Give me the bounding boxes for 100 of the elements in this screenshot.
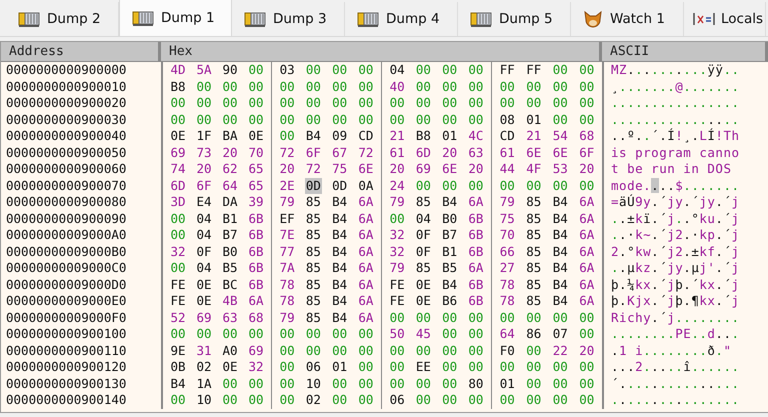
hex-byte[interactable]: 00	[357, 392, 374, 408]
hex-byte[interactable]: 00	[441, 78, 458, 95]
hex-byte[interactable]: 85	[414, 260, 432, 276]
hex-byte[interactable]: 78	[498, 293, 516, 310]
hex-byte[interactable]: 00	[467, 112, 484, 128]
hex-byte[interactable]: 00	[441, 326, 458, 342]
hex-byte[interactable]: 78	[278, 293, 296, 310]
hex-byte[interactable]: 6B	[247, 276, 265, 293]
hex-byte[interactable]: 04	[195, 210, 213, 227]
hex-byte[interactable]: 85	[304, 244, 322, 260]
hex-byte[interactable]: 75	[498, 210, 516, 227]
hex-byte[interactable]: 00	[578, 392, 596, 408]
hex-byte[interactable]: 00	[221, 78, 239, 95]
hex-byte[interactable]: 22	[552, 342, 569, 359]
hex-byte[interactable]: 69	[195, 310, 213, 326]
hex-byte[interactable]: 6D	[414, 144, 432, 161]
hex-byte[interactable]: 62	[221, 161, 239, 178]
hex-byte[interactable]: B8	[414, 128, 432, 144]
hex-byte[interactable]: 10	[304, 376, 322, 392]
hex-byte[interactable]: 85	[304, 260, 322, 276]
hex-byte[interactable]: 6B	[467, 227, 484, 244]
hex-byte[interactable]: B4	[331, 210, 348, 227]
hex-byte[interactable]: 00	[467, 178, 484, 194]
hex-byte[interactable]: 6A	[357, 227, 374, 244]
hex-byte[interactable]: B5	[441, 260, 458, 276]
hex-byte[interactable]: 00	[169, 112, 187, 128]
hex-byte[interactable]: B4	[552, 276, 569, 293]
hex-byte[interactable]: 00	[552, 392, 569, 408]
hex-byte[interactable]: 72	[278, 144, 296, 161]
hex-byte[interactable]: FE	[388, 276, 406, 293]
hex-byte[interactable]: 00	[331, 62, 348, 78]
hex-byte[interactable]: 0F	[195, 244, 213, 260]
hex-byte[interactable]: 00	[388, 95, 406, 112]
hex-byte[interactable]: 9E	[169, 342, 187, 359]
hex-byte[interactable]: 6E	[552, 144, 569, 161]
hex-byte[interactable]: 79	[498, 194, 516, 210]
hex-byte[interactable]: 24	[388, 178, 406, 194]
hex-byte[interactable]: 6B	[467, 210, 484, 227]
hex-byte[interactable]: 00	[578, 95, 596, 112]
hex-byte[interactable]: 02	[304, 392, 322, 408]
hex-byte[interactable]: B5	[221, 260, 239, 276]
hex-byte[interactable]: 00	[195, 112, 213, 128]
hex-byte[interactable]: 6E	[441, 161, 458, 178]
hex-byte[interactable]: 6E	[525, 144, 542, 161]
hex-byte[interactable]: 85	[304, 227, 322, 244]
hex-byte[interactable]: 00	[247, 326, 265, 342]
hex-byte[interactable]: B1	[441, 244, 458, 260]
hex-byte[interactable]: 00	[578, 62, 596, 78]
hex-byte[interactable]: 00	[357, 359, 374, 376]
hex-byte[interactable]: 6F	[195, 178, 213, 194]
hex-byte[interactable]: 00	[304, 62, 322, 78]
hex-byte[interactable]: 00	[331, 342, 348, 359]
hex-byte[interactable]: 03	[278, 62, 296, 78]
hex-byte[interactable]: 00	[278, 95, 296, 112]
hex-byte[interactable]: B4	[331, 244, 348, 260]
hex-byte[interactable]: 00	[414, 376, 432, 392]
hex-byte[interactable]: 85	[525, 194, 542, 210]
hex-byte[interactable]: 00	[467, 62, 484, 78]
hex-byte[interactable]: 00	[278, 392, 296, 408]
hex-byte[interactable]: 64	[498, 326, 516, 342]
hex-byte[interactable]: 00	[247, 112, 265, 128]
hex-byte[interactable]: 00	[221, 95, 239, 112]
hex-byte[interactable]: 00	[525, 359, 542, 376]
hex-byte[interactable]: 85	[414, 194, 432, 210]
hex-byte[interactable]: 85	[525, 227, 542, 244]
hex-byte[interactable]: 00	[552, 310, 569, 326]
hex-byte[interactable]: 00	[169, 95, 187, 112]
hex-byte[interactable]: B7	[221, 227, 239, 244]
hex-byte[interactable]: B4	[304, 128, 322, 144]
hex-byte[interactable]: 6B	[247, 210, 265, 227]
hex-byte[interactable]: 86	[525, 326, 542, 342]
hex-byte[interactable]: 0E	[414, 293, 432, 310]
hex-byte[interactable]: 6D	[169, 178, 187, 194]
hex-byte[interactable]: 6A	[357, 310, 374, 326]
hex-byte[interactable]: 32	[247, 359, 265, 376]
hex-byte[interactable]: 00	[578, 376, 596, 392]
hex-byte[interactable]: 00	[331, 78, 348, 95]
hex-byte[interactable]: 6A	[578, 194, 596, 210]
hex-byte[interactable]: 00	[357, 326, 374, 342]
hex-byte[interactable]: B4	[552, 194, 569, 210]
hex-byte[interactable]: 00	[304, 342, 322, 359]
hex-byte[interactable]: 78	[278, 276, 296, 293]
hex-byte[interactable]: 00	[278, 359, 296, 376]
hex-byte[interactable]: 00	[441, 359, 458, 376]
hex-byte[interactable]: B4	[331, 293, 348, 310]
hex-byte[interactable]: E4	[195, 194, 213, 210]
hex-byte[interactable]: 00	[552, 112, 569, 128]
hex-byte[interactable]: 6A	[247, 293, 265, 310]
hex-byte[interactable]: 85	[304, 293, 322, 310]
hex-byte[interactable]: 6E	[357, 161, 374, 178]
hex-byte[interactable]: 00	[578, 326, 596, 342]
hex-byte[interactable]: 6A	[357, 210, 374, 227]
hex-byte[interactable]: 00	[414, 78, 432, 95]
hex-byte[interactable]: 00	[498, 310, 516, 326]
hex-byte[interactable]: 00	[578, 310, 596, 326]
hex-byte[interactable]: 04	[388, 62, 406, 78]
hex-byte[interactable]: B4	[331, 276, 348, 293]
hex-byte[interactable]: 00	[169, 210, 187, 227]
hex-byte[interactable]: 06	[304, 359, 322, 376]
hex-byte[interactable]: 21	[388, 128, 406, 144]
